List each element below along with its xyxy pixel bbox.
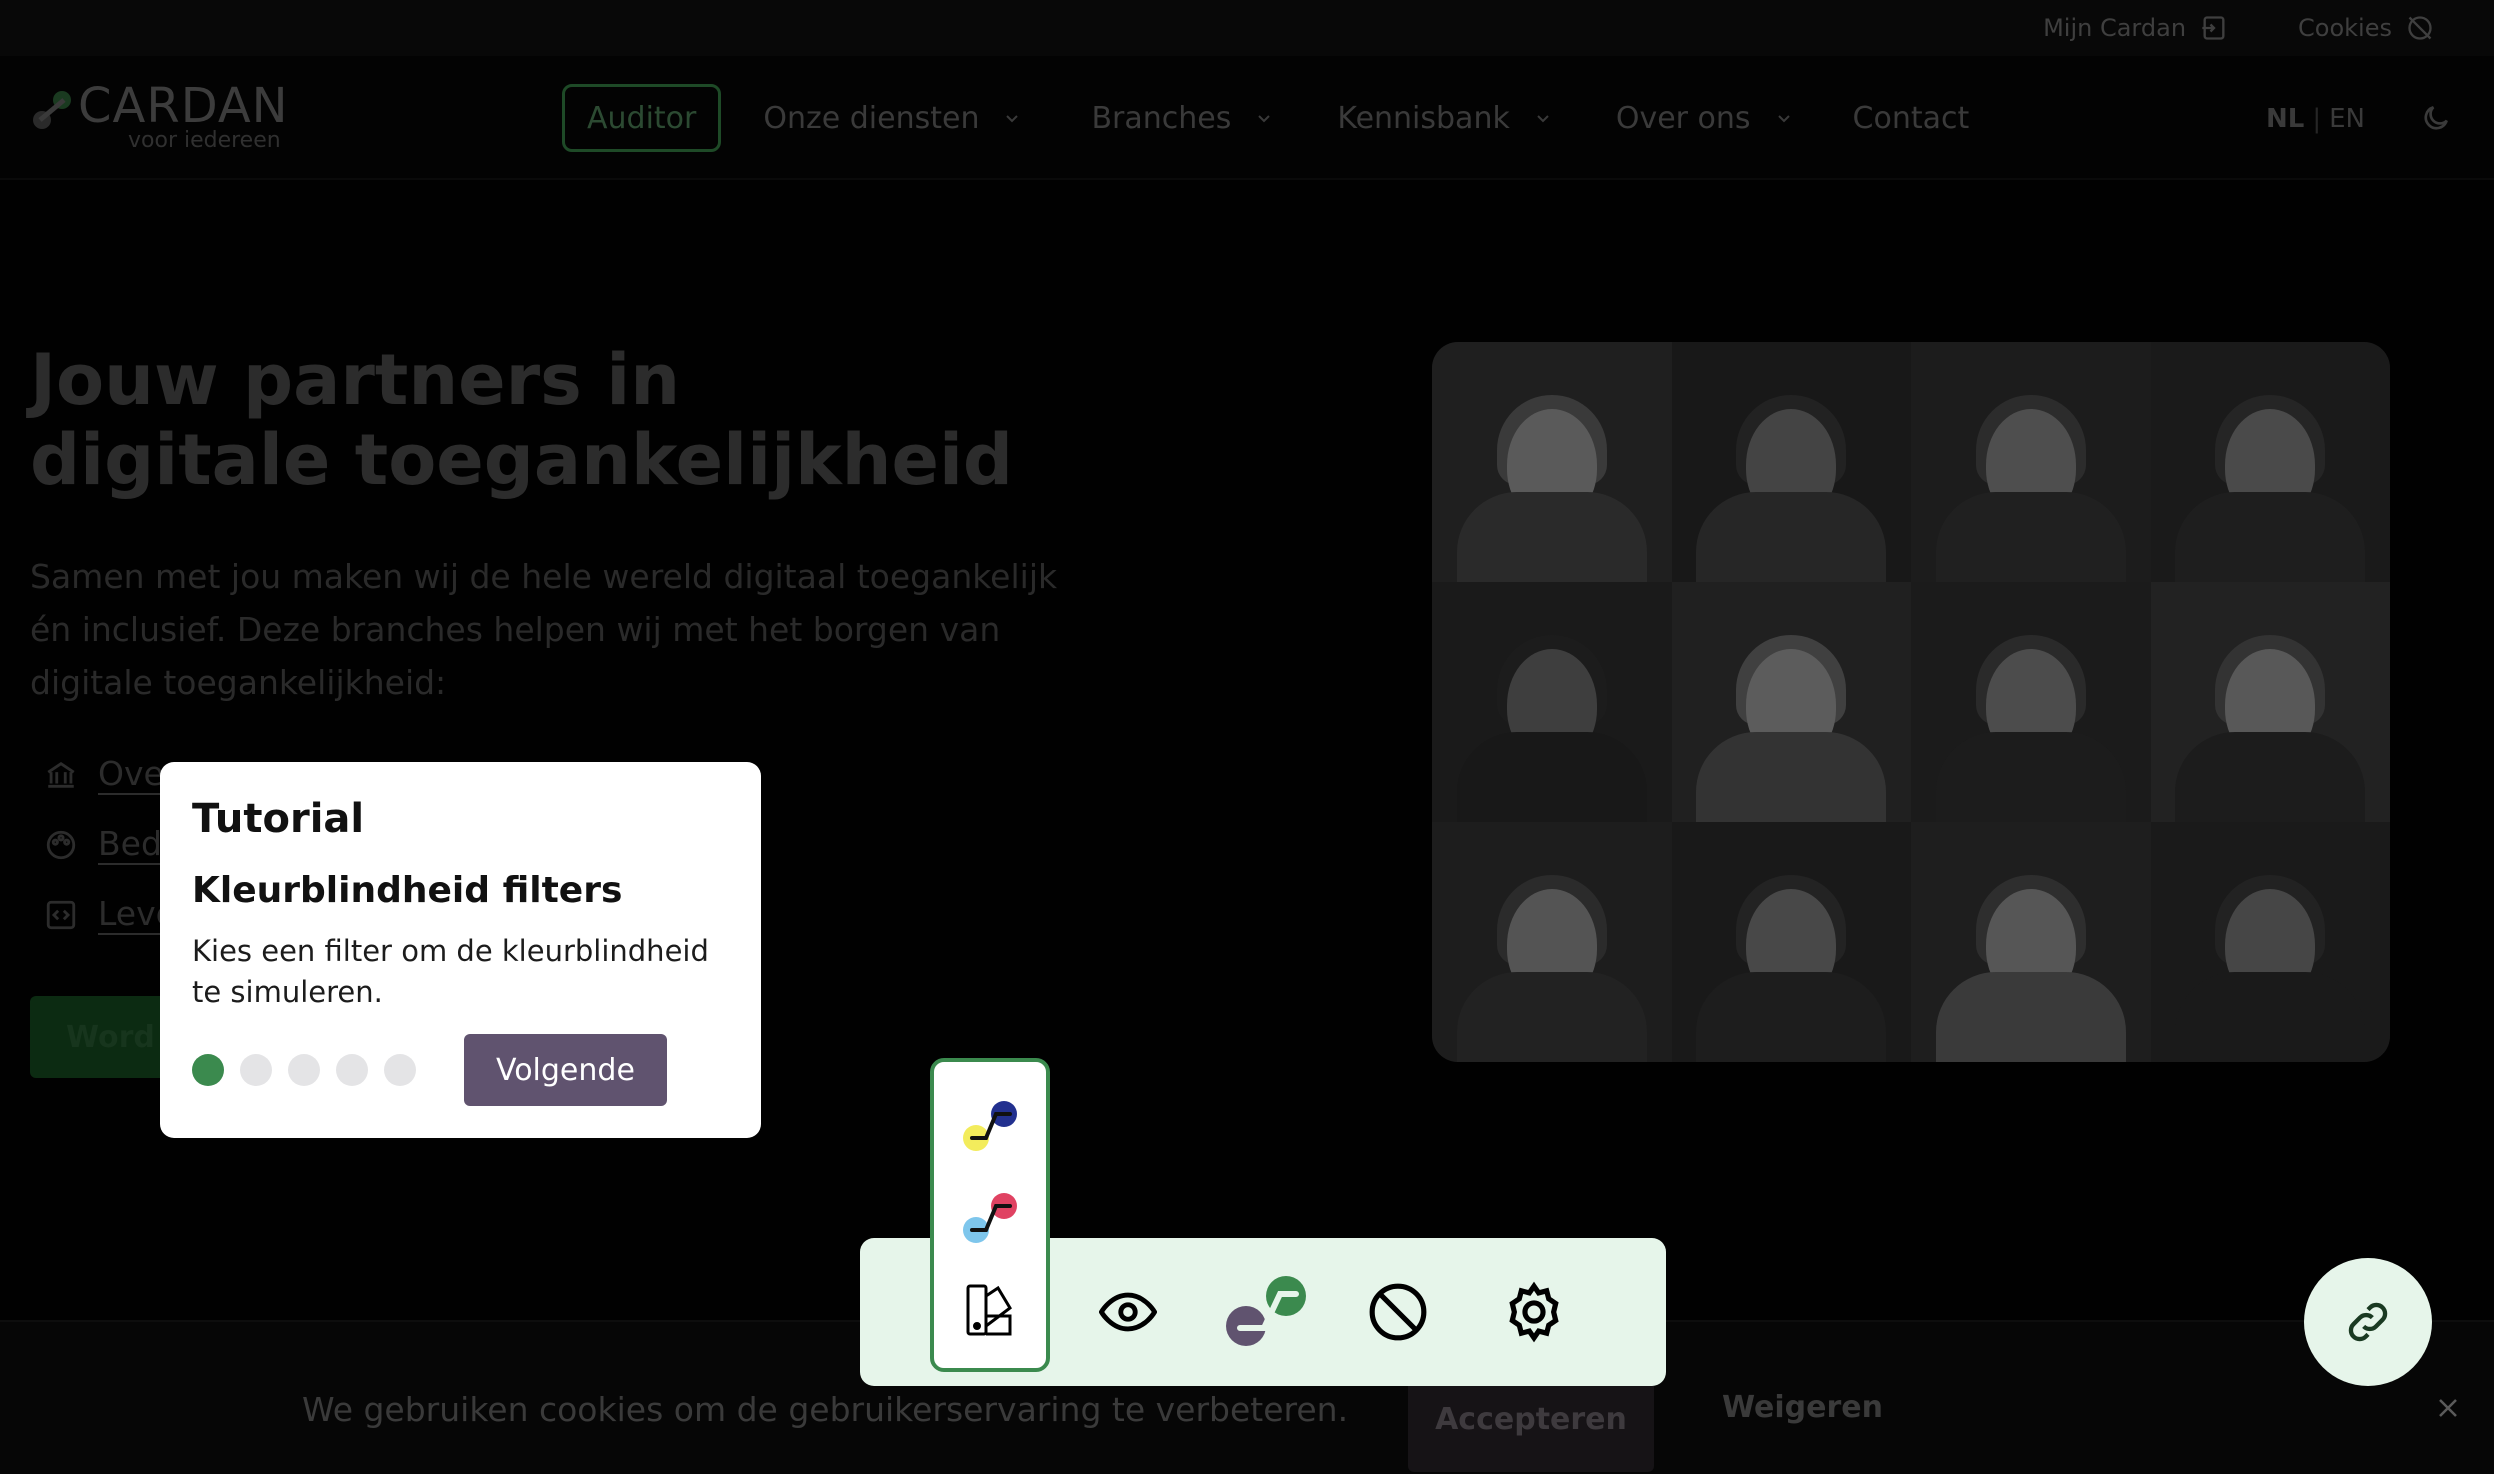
nav-auditor[interactable]: Auditor <box>562 84 722 152</box>
page-title-line2: digitale toegankelijkheid <box>30 419 1014 501</box>
page-title: Jouw partners in digitale toegankelijkhe… <box>30 340 1030 500</box>
cookies-label: Cookies <box>2298 14 2392 42</box>
nav-contact-label: Contact <box>1852 100 1970 136</box>
team-photo <box>1911 582 2151 822</box>
lang-nl[interactable]: NL <box>2266 104 2304 134</box>
team-photo <box>1911 342 2151 582</box>
team-photo <box>1432 822 1672 1062</box>
team-photo <box>2150 582 2390 822</box>
filter-tritanopia-button[interactable] <box>952 1088 1028 1164</box>
nav-services[interactable]: Onze diensten <box>763 101 1021 136</box>
login-icon <box>2202 16 2225 40</box>
nav-knowledge[interactable]: Kennisbank <box>1337 101 1551 136</box>
filter-protanopia-button[interactable] <box>952 1180 1028 1256</box>
team-photo <box>1911 822 2151 1062</box>
palette-icon <box>966 1284 1012 1336</box>
chevron-down-icon <box>1258 115 1271 123</box>
step-indicator-3 <box>288 1054 320 1086</box>
step-indicator-5 <box>384 1054 416 1086</box>
main-nav: Auditor Onze diensten Branches Kennisban… <box>562 84 1969 152</box>
branch-item-government[interactable]: Over <box>44 740 178 810</box>
nav-services-label: Onze diensten <box>763 100 980 136</box>
cookies-link[interactable]: Cookies <box>2298 14 2434 42</box>
lang-separator: | <box>2312 104 2322 134</box>
government-icon <box>47 761 75 788</box>
team-photo <box>2150 342 2390 582</box>
logo-tagline: voor iedereen <box>128 128 281 153</box>
cookie-off-icon <box>2408 16 2432 40</box>
step-indicator-4 <box>336 1054 368 1086</box>
vision-button[interactable] <box>1090 1274 1166 1350</box>
chevron-down-icon <box>1777 115 1790 123</box>
team-photo <box>2150 822 2390 1062</box>
link-fab-button[interactable] <box>2304 1258 2432 1386</box>
page-title-line1: Jouw partners in <box>30 339 681 421</box>
refuse-cookies-button[interactable]: Weigeren <box>1722 1390 1883 1425</box>
next-button[interactable]: Volgende <box>464 1034 667 1106</box>
nav-contact[interactable]: Contact <box>1853 101 1970 136</box>
cookie-text: We gebruiken cookies om de gebruikerserv… <box>302 1390 1349 1429</box>
branch-list: Over Bed Leve <box>44 740 178 950</box>
code-icon <box>46 900 76 930</box>
team-photo-grid <box>1432 342 2390 1062</box>
gear-icon <box>1509 1281 1559 1343</box>
team-photo <box>1432 582 1672 822</box>
utility-bar: Mijn Cardan Cookies <box>0 0 2494 56</box>
chevron-down-icon <box>1537 115 1549 123</box>
my-cardan-link[interactable]: Mijn Cardan <box>2043 14 2228 42</box>
step-indicator-2 <box>240 1054 272 1086</box>
logo-name: CARDAN <box>78 78 289 134</box>
filter-blue-red-icon <box>963 1193 1017 1243</box>
cardan-logo[interactable]: CARDAN voor iedereen <box>30 80 289 153</box>
filter-grayscale-button[interactable] <box>952 1272 1028 1348</box>
branch-item-suppliers[interactable]: Leve <box>44 880 177 950</box>
tutorial-description: Kies een filter om de kleurblindheid te … <box>192 934 709 1009</box>
team-photo <box>1432 342 1672 582</box>
cardan-logo-icon <box>33 91 71 129</box>
tutorial-title: Tutorial <box>192 796 365 842</box>
dark-mode-icon[interactable] <box>2420 102 2452 134</box>
language-switch: NL | EN <box>2266 104 2365 134</box>
block-icon <box>1369 1283 1427 1341</box>
close-icon[interactable] <box>2436 1396 2460 1420</box>
tutorial-subtitle: Kleurblindheid filters <box>192 870 623 911</box>
eye-icon <box>1099 1292 1157 1332</box>
nav-branches[interactable]: Branches <box>1091 101 1273 136</box>
team-photo <box>1671 822 1911 1062</box>
site-header: CARDAN voor iedereen Auditor Onze dienst… <box>0 56 2494 180</box>
tutorial-footer: Volgende <box>192 1034 667 1106</box>
filter-yellow-blue-icon <box>963 1101 1017 1151</box>
branch-item-business[interactable]: Bed <box>44 810 177 880</box>
cardan-button[interactable] <box>1222 1268 1310 1356</box>
nav-branches-label: Branches <box>1091 100 1232 136</box>
nav-about[interactable]: Over ons <box>1616 101 1793 136</box>
link-icon <box>2348 1302 2388 1342</box>
branch-label: Bed <box>98 824 162 865</box>
chevron-down-icon <box>1006 115 1019 123</box>
disable-button[interactable] <box>1360 1274 1436 1350</box>
hero-text: Samen met jou maken wij de hele wereld d… <box>30 557 1058 702</box>
team-photo <box>1671 582 1911 822</box>
team-photo <box>1671 342 1911 582</box>
nav-about-label: Over ons <box>1615 100 1751 136</box>
lang-en[interactable]: EN <box>2329 104 2365 134</box>
palette-icon <box>46 830 76 860</box>
tutorial-popup: Tutorial Kleurblindheid filters Kies een… <box>160 762 761 1138</box>
color-filter-panel <box>930 1058 1050 1372</box>
nav-knowledge-label: Kennisbank <box>1337 100 1510 136</box>
cardan-logo-icon <box>1226 1276 1306 1346</box>
my-cardan-label: Mijn Cardan <box>2043 14 2187 42</box>
settings-button[interactable] <box>1496 1274 1572 1350</box>
step-indicator-1 <box>192 1054 224 1086</box>
